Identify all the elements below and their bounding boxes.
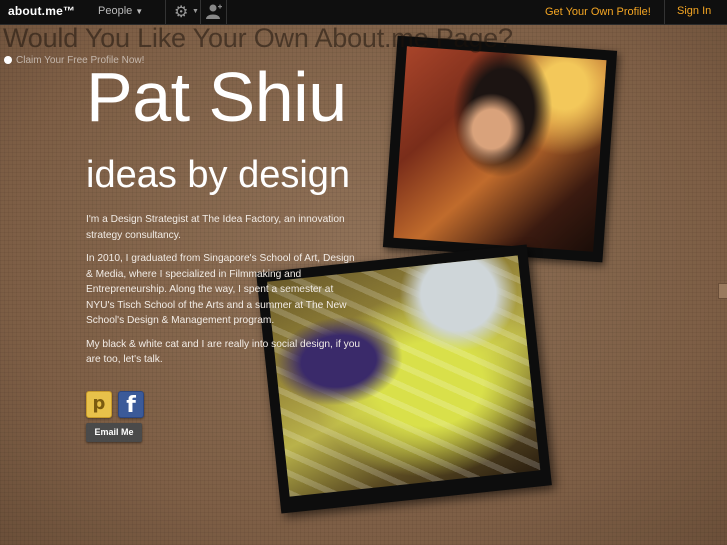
bio-paragraph: I'm a Design Strategist at The Idea Fact… [86, 214, 345, 241]
settings-menu[interactable]: ⚙ ▼ [174, 2, 202, 22]
profile-headline: ideas by design [86, 154, 351, 196]
people-menu-label: People [98, 5, 133, 17]
about-me-logo[interactable]: about.me™ [8, 4, 75, 18]
divider [226, 0, 227, 24]
bio-paragraph: My black & white cat and I are really in… [86, 338, 361, 366]
chevron-down-icon: ▼ [192, 8, 199, 15]
bio-paragraph: In 2010, I graduated from Singapore's Sc… [86, 253, 355, 326]
sign-in-link[interactable]: Sign In [677, 5, 711, 17]
top-navigation-bar: about.me™ People ▼ ⚙ ▼ Get Your Own Profil… [0, 0, 727, 25]
claim-profile-label: Claim Your Free Profile Now! [16, 55, 145, 66]
claim-profile-link[interactable]: Claim Your Free Profile Now! [4, 55, 144, 66]
promo-title[interactable]: Would You Like Your Own About.me Page? [3, 23, 513, 54]
bullet-icon [4, 56, 12, 64]
profile-bio: I'm a Design Strategist at The Idea Fact… [86, 212, 361, 376]
path-icon[interactable]: p [86, 391, 112, 418]
add-person-icon[interactable] [205, 3, 223, 21]
email-me-button[interactable]: Email Me [86, 423, 142, 442]
profile-name: Pat Shiu [86, 58, 347, 136]
background-scroll-handle[interactable] [718, 283, 727, 299]
divider [664, 0, 665, 24]
get-your-own-profile-link[interactable]: Get Your Own Profile! [545, 6, 651, 18]
chevron-down-icon: ▼ [135, 7, 144, 16]
divider [200, 0, 201, 24]
people-menu[interactable]: People ▼ [98, 5, 143, 17]
divider [165, 0, 166, 24]
facebook-icon[interactable]: f [118, 391, 144, 418]
gear-icon: ⚙ [174, 4, 189, 21]
portrait-image [393, 46, 607, 252]
profile-photo-portrait [382, 35, 618, 263]
